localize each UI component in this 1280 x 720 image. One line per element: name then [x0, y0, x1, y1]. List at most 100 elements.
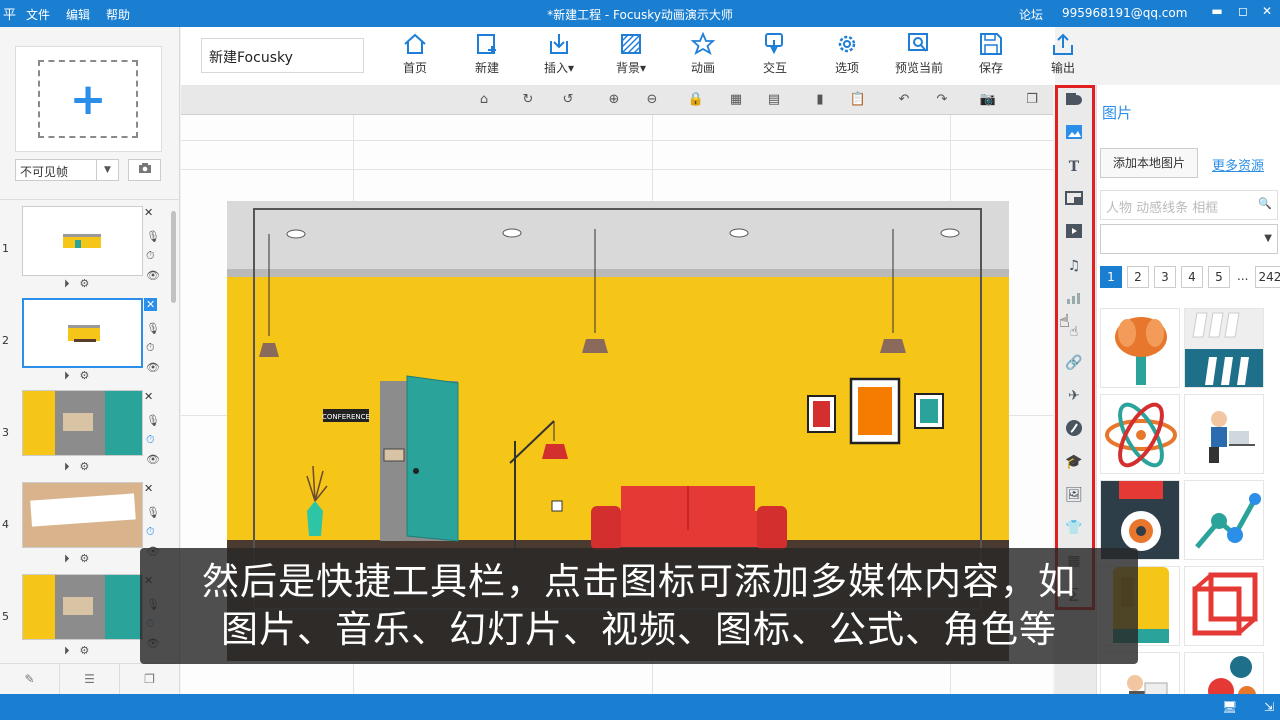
- frame-filter-select[interactable]: 不可见帧 ▼: [15, 159, 119, 181]
- camera-icon[interactable]: [128, 159, 161, 181]
- microphone-icon[interactable]: 🎙: [146, 506, 160, 519]
- image-icon[interactable]: [1064, 124, 1084, 144]
- undo-icon[interactable]: ↶: [895, 91, 913, 109]
- play-icon[interactable]: ⏵: [64, 460, 70, 474]
- hat-icon[interactable]: 🎓: [1064, 452, 1084, 472]
- layers-icon[interactable]: ❐: [120, 664, 180, 694]
- zoom-out-icon[interactable]: ⊖: [643, 91, 661, 109]
- frame-thumbnail[interactable]: [22, 574, 143, 640]
- play-icon[interactable]: ⏵: [64, 369, 70, 383]
- delete-frame-icon[interactable]: ✕: [144, 206, 153, 219]
- gear-icon[interactable]: ⚙: [80, 552, 90, 566]
- gallery-icon[interactable]: 🖼: [1064, 485, 1084, 505]
- text-icon[interactable]: T: [1064, 157, 1084, 177]
- frame-thumbnail[interactable]: [22, 206, 143, 276]
- video-icon[interactable]: [1064, 223, 1084, 243]
- delete-frame-icon[interactable]: ✕: [144, 298, 158, 311]
- list-icon[interactable]: ☰: [60, 664, 120, 694]
- gear-icon[interactable]: ⚙: [80, 644, 90, 658]
- timer-icon[interactable]: ⏱: [146, 433, 160, 447]
- frame-insert-icon[interactable]: [1064, 190, 1084, 210]
- export-button[interactable]: 输出: [1027, 32, 1099, 80]
- gear-icon[interactable]: ⚙: [80, 277, 90, 291]
- frame-thumbnail[interactable]: [22, 482, 143, 548]
- page-button[interactable]: 2: [1127, 266, 1149, 288]
- image-search-input[interactable]: 人物 动感线条 相框 🔍: [1100, 190, 1278, 220]
- shape-icon[interactable]: [1064, 91, 1084, 111]
- zoom-in-icon[interactable]: ⊕: [605, 91, 623, 109]
- eye-icon[interactable]: 👁: [146, 361, 160, 374]
- options-button[interactable]: 选项: [811, 32, 883, 80]
- home-button[interactable]: 首页: [379, 32, 451, 80]
- insert-button[interactable]: 插入▾: [523, 32, 595, 80]
- more-resources-link[interactable]: 更多资源: [1212, 155, 1264, 174]
- image-item[interactable]: [1184, 566, 1264, 646]
- layer-icon[interactable]: ▮: [811, 91, 829, 109]
- add-local-image-button[interactable]: 添加本地图片: [1100, 148, 1198, 178]
- home-view-icon[interactable]: ⌂: [475, 91, 493, 109]
- gear-icon[interactable]: ⚙: [80, 369, 90, 383]
- shirt-icon[interactable]: 👕: [1064, 518, 1084, 538]
- page-button[interactable]: 5: [1208, 266, 1230, 288]
- frame-thumbnail[interactable]: [22, 298, 143, 368]
- page-button[interactable]: 1: [1100, 266, 1122, 288]
- frame-row[interactable]: 2 ✕ 🎙 ⏱ 👁 ⏵ ⚙: [0, 298, 170, 390]
- delete-frame-icon[interactable]: ✕: [144, 390, 153, 403]
- monitor-icon[interactable]: 🖥: [1222, 700, 1237, 714]
- image-item[interactable]: [1184, 308, 1264, 388]
- timer-icon[interactable]: ⏱: [146, 341, 160, 355]
- flash-icon[interactable]: [1064, 419, 1084, 439]
- grid-icon[interactable]: ▦: [727, 91, 745, 109]
- frame-thumbnail[interactable]: [22, 390, 143, 456]
- microphone-icon[interactable]: 🎙: [146, 414, 160, 427]
- background-button[interactable]: 背景▾: [595, 32, 667, 80]
- chart-icon[interactable]: [1064, 289, 1084, 309]
- save-button[interactable]: 保存: [955, 32, 1027, 80]
- plane-icon[interactable]: ✈: [1064, 386, 1084, 406]
- microphone-icon[interactable]: 🎙: [146, 322, 160, 335]
- redo-icon[interactable]: ↷: [933, 91, 951, 109]
- paste-icon[interactable]: 📋: [849, 91, 867, 109]
- animation-button[interactable]: 动画: [667, 31, 739, 80]
- link-icon[interactable]: 🔗: [1064, 353, 1084, 373]
- scrollbar-thumb[interactable]: [171, 211, 176, 303]
- close-button[interactable]: ✕: [1260, 4, 1274, 18]
- rotate-right-icon[interactable]: ↻: [519, 91, 537, 109]
- image-item[interactable]: [1184, 480, 1264, 560]
- forum-link[interactable]: 论坛: [1019, 6, 1043, 23]
- edit-icon[interactable]: ✎: [0, 664, 60, 694]
- category-select[interactable]: ▼: [1100, 224, 1278, 254]
- lock-icon[interactable]: 🔒: [687, 91, 705, 109]
- image-item[interactable]: [1100, 308, 1180, 388]
- add-frame-button[interactable]: +: [15, 46, 162, 152]
- page-button[interactable]: 242: [1255, 266, 1280, 288]
- eye-icon[interactable]: 👁: [146, 269, 160, 282]
- page-button[interactable]: 3: [1154, 266, 1176, 288]
- maximize-button[interactable]: ◻: [1236, 4, 1250, 18]
- timer-icon[interactable]: ⏱: [146, 525, 160, 539]
- account-label[interactable]: 995968191@qq.com: [1062, 6, 1187, 20]
- expand-icon[interactable]: ⇲: [1264, 700, 1274, 714]
- image-item[interactable]: [1184, 394, 1264, 474]
- eye-icon[interactable]: 👁: [146, 453, 160, 466]
- timer-icon[interactable]: ⏱: [146, 249, 160, 263]
- play-icon[interactable]: ⏵: [64, 277, 70, 291]
- window-icon[interactable]: ❐: [1023, 91, 1041, 109]
- image-item[interactable]: [1100, 394, 1180, 474]
- interaction-button[interactable]: 交互: [739, 32, 811, 80]
- music-icon[interactable]: ♫: [1064, 256, 1084, 276]
- play-icon[interactable]: ⏵: [64, 552, 70, 566]
- search-icon[interactable]: 🔍: [1258, 197, 1272, 210]
- play-icon[interactable]: ⏵: [64, 644, 70, 658]
- project-name-input[interactable]: 新建Focusky: [201, 38, 364, 73]
- camera-snapshot-icon[interactable]: 📷: [979, 91, 997, 109]
- frame-row[interactable]: 3 ✕ 🎙 ⏱ 👁 ⏵ ⚙: [0, 390, 170, 482]
- preview-button[interactable]: 预览当前: [883, 32, 955, 80]
- page-button[interactable]: 4: [1181, 266, 1203, 288]
- frame-row[interactable]: 1 ✕ 🎙 ⏱ 👁 ⏵ ⚙: [0, 206, 170, 298]
- new-button[interactable]: 新建: [451, 32, 523, 80]
- rotate-left-icon[interactable]: ↺: [559, 91, 577, 109]
- delete-frame-icon[interactable]: ✕: [144, 482, 153, 495]
- microphone-icon[interactable]: 🎙: [146, 230, 160, 243]
- gear-icon[interactable]: ⚙: [80, 460, 90, 474]
